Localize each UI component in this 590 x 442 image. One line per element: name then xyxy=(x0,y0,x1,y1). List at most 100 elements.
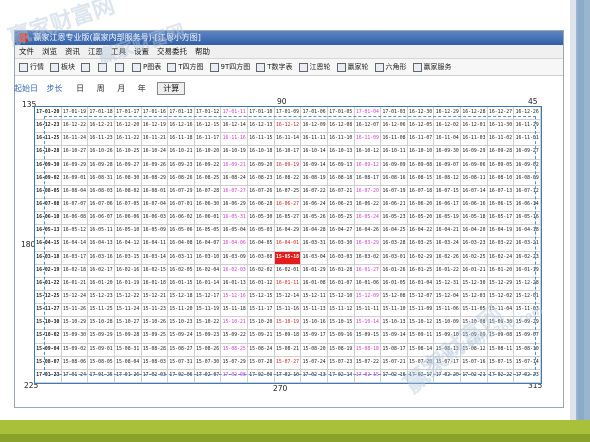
tool-bar: 行情 板块 P图表 T四方图 9T四方图 T数字表 江恩轮 赢家轮 六角形 赢家服务 xyxy=(15,59,563,76)
grid-cell: 16-01-06 xyxy=(354,277,382,291)
grid-cell: 15-09-29 xyxy=(88,330,115,344)
grid-cell: 16-10-17 xyxy=(274,146,302,160)
toolbar-button[interactable] xyxy=(113,59,128,75)
grid-cell: 16-10-13 xyxy=(327,146,355,160)
grid-cell: 16-04-13 xyxy=(88,238,115,252)
toolbar-button-label: 行情 xyxy=(30,63,44,71)
unit-month-radio[interactable]: 月 xyxy=(117,84,125,93)
grid-cell: 16-09-23 xyxy=(168,159,195,173)
grid-cell: 16-12-21 xyxy=(88,120,115,134)
grid-cell: 16-05-10 xyxy=(114,225,142,239)
grid-cell: 15-07-28 xyxy=(248,356,275,370)
grid-cell: 16-12-28 xyxy=(461,107,488,121)
calc-button[interactable]: 计算 xyxy=(157,82,186,95)
grid-cell: 15-09-30 xyxy=(61,330,89,344)
unit-year-radio[interactable]: 年 xyxy=(138,84,146,93)
grid-cell: 16-08-01 xyxy=(141,185,169,199)
grid-cell: 16-06-22 xyxy=(354,199,382,213)
toolbar-button[interactable]: 板块 xyxy=(48,59,77,75)
grid-cell: 16-03-01 xyxy=(381,251,408,265)
grid-cell: 16-01-05 xyxy=(381,277,408,291)
grid-cell: 16-07-14 xyxy=(461,185,488,199)
grid-cell: 17-01-25 xyxy=(88,369,115,383)
grid-cell: 16-08-10 xyxy=(487,172,515,186)
grid-cell: 16-09-26 xyxy=(141,159,169,173)
toolbar-button[interactable]: 9T四方图 xyxy=(208,59,253,75)
grid-cell: 16-10-14 xyxy=(301,146,328,160)
toolbar-button[interactable]: T数字表 xyxy=(254,59,294,75)
grid-cell: 16-10-11 xyxy=(381,146,408,160)
grid-cell: 16-07-06 xyxy=(88,199,115,213)
grid-cell: 15-08-21 xyxy=(274,343,302,357)
grid-cell: 15-08-19 xyxy=(327,343,355,357)
grid-cell: 15-12-22 xyxy=(114,291,142,305)
grid-cell: 15-12-04 xyxy=(434,291,462,305)
grid-cell: 17-02-10 xyxy=(274,369,302,383)
grid-cell: 15-10-12 xyxy=(407,317,435,331)
grid-cell: 16-04-07 xyxy=(194,238,222,252)
toolbar-button[interactable]: 江恩轮 xyxy=(297,59,333,75)
grid-cell: 16-01-27 xyxy=(354,264,382,278)
toolbar-button[interactable] xyxy=(96,59,111,75)
toolbar-button[interactable] xyxy=(79,59,94,75)
grid-cell: 16-02-01 xyxy=(274,264,302,278)
unit-week-radio[interactable]: 周 xyxy=(97,84,105,93)
grid-cell: 16-05-05 xyxy=(194,225,222,239)
toolbar-button[interactable]: 赢家服务 xyxy=(411,59,454,75)
grid-cell: 16-08-31 xyxy=(88,172,115,186)
menu-item[interactable]: 工具 xyxy=(107,47,130,56)
grid-cell: 16-11-25 xyxy=(35,133,62,147)
grid-cell: 16-11-24 xyxy=(61,133,89,147)
grid-cell: 16-05-31 xyxy=(221,212,249,226)
menu-item[interactable]: 浏览 xyxy=(38,47,61,56)
grid-cell: 16-07-29 xyxy=(168,185,195,199)
menu-item[interactable]: 江恩 xyxy=(84,47,107,56)
menu-item[interactable]: 文件 xyxy=(15,47,38,56)
unit-day-radio[interactable]: 日 xyxy=(76,84,84,93)
grid-cell: 16-09-30 xyxy=(35,159,62,173)
grid-cell: 16-10-21 xyxy=(168,146,195,160)
menu-item[interactable]: 交易委托 xyxy=(153,47,191,56)
grid-cell: 16-11-18 xyxy=(168,133,195,147)
grid-cell: 15-09-07 xyxy=(514,330,541,344)
grid-cell: 16-10-25 xyxy=(114,146,142,160)
chart-controls: 起始日 步长 日 周 月 年 计算 xyxy=(14,82,186,96)
grid-cell: 16-02-29 xyxy=(407,251,435,265)
grid-cell: 15-11-09 xyxy=(407,304,435,318)
grid-cell: 17-02-16 xyxy=(381,369,408,383)
grid-cell: 15-09-24 xyxy=(168,330,195,344)
menu-item[interactable]: 设置 xyxy=(130,47,153,56)
menu-item[interactable]: 帮助 xyxy=(191,47,214,56)
grid-cell: 16-05-11 xyxy=(88,225,115,239)
grid-cell: 16-01-13 xyxy=(221,277,249,291)
grid-cell: 16-09-12 xyxy=(354,159,382,173)
grid-cell: 17-01-13 xyxy=(168,107,195,121)
grid-cell: 16-03-02 xyxy=(354,251,382,265)
grid-cell: 15-09-01 xyxy=(88,343,115,357)
grid-cell: 16-11-04 xyxy=(434,133,462,147)
grid-cell: 16-08-04 xyxy=(61,185,89,199)
grid-cell: 16-08-17 xyxy=(354,172,382,186)
grid-cell: 16-09-29 xyxy=(461,146,488,160)
toolbar-button[interactable]: 六角形 xyxy=(373,59,409,75)
grid-cell: 15-12-01 xyxy=(514,291,541,305)
grid-cell: 16-12-20 xyxy=(114,120,142,134)
menu-item[interactable]: 资讯 xyxy=(61,47,84,56)
grid-cell: 16-01-14 xyxy=(194,277,222,291)
grid-cell: 16-05-06 xyxy=(168,225,195,239)
toolbar-button[interactable]: T四方图 xyxy=(165,59,205,75)
grid-cell: 16-08-22 xyxy=(274,172,302,186)
grid-cell: 15-07-27 xyxy=(274,356,302,370)
toolbar-button[interactable]: 赢家轮 xyxy=(335,59,371,75)
toolbar-icon xyxy=(298,62,308,72)
grid-cell: 16-01-15 xyxy=(168,277,195,291)
grid-cell: 16-01-29 xyxy=(301,264,328,278)
toolbar-button-label: T四方图 xyxy=(178,63,204,71)
grid-cell: 15-10-29 xyxy=(61,317,89,331)
grid-cell: 15-12-17 xyxy=(194,291,222,305)
grid-cell: 15-09-30 xyxy=(487,317,515,331)
toolbar-button[interactable]: P图表 xyxy=(130,59,163,75)
toolbar-button[interactable]: 行情 xyxy=(17,59,46,75)
grid-cell: 16-03-22 xyxy=(487,238,515,252)
grid-cell: 16-11-29 xyxy=(514,120,541,134)
